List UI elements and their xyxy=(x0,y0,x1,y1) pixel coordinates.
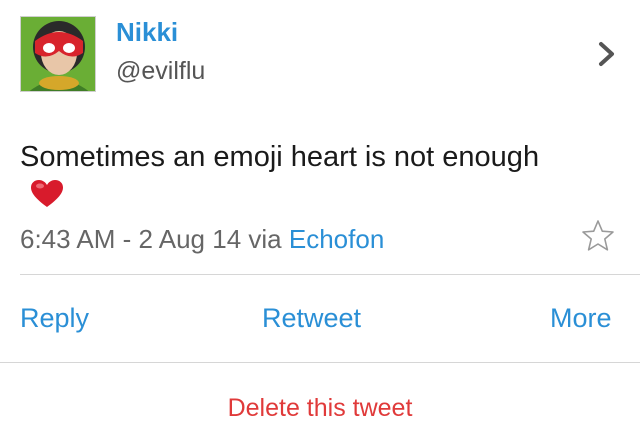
more-button[interactable]: More xyxy=(550,303,612,334)
via-label: via xyxy=(248,224,282,254)
star-outline-icon[interactable] xyxy=(580,218,616,254)
delete-tweet-button[interactable]: Delete this tweet xyxy=(0,394,640,423)
tweet-timestamp: 6:43 AM - 2 Aug 14 xyxy=(20,224,242,254)
avatar-image xyxy=(21,17,95,91)
tweet-meta: 6:43 AM - 2 Aug 14 via Echofon xyxy=(20,224,384,255)
divider xyxy=(20,274,640,275)
chevron-right-icon[interactable] xyxy=(596,40,618,68)
tweet-text: Sometimes an emoji heart is not enough xyxy=(20,138,540,216)
author-handle[interactable]: @evilflu xyxy=(116,57,205,86)
reply-button[interactable]: Reply xyxy=(20,303,89,334)
action-bar: Reply Retweet More xyxy=(0,303,640,343)
red-heart-emoji-icon xyxy=(31,180,63,207)
tweet-text-body: Sometimes an emoji heart is not enough xyxy=(20,141,540,173)
avatar[interactable] xyxy=(20,16,96,92)
retweet-button[interactable]: Retweet xyxy=(262,303,361,334)
divider xyxy=(0,362,640,363)
author-name[interactable]: Nikki xyxy=(116,17,178,48)
client-link[interactable]: Echofon xyxy=(289,224,384,254)
